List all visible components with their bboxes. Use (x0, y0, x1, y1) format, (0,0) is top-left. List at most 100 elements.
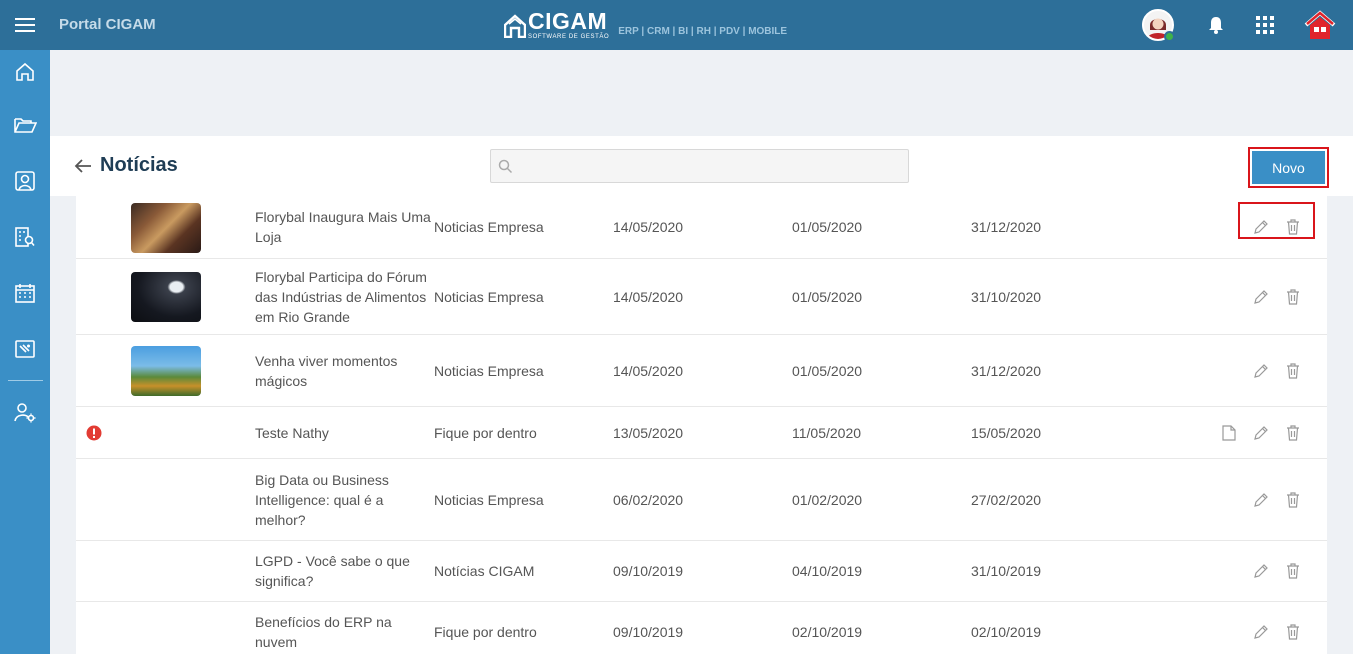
table-row[interactable]: Florybal Inaugura Mais Uma Loja Noticias … (76, 196, 1327, 259)
edit-button[interactable] (1251, 287, 1271, 307)
news-published-date: 14/05/2020 (613, 288, 684, 305)
delete-button[interactable] (1283, 287, 1303, 307)
sidebar-item-tickets[interactable] (0, 329, 50, 369)
edit-button[interactable] (1251, 423, 1271, 443)
company-house-icon (1304, 10, 1336, 39)
user-avatar-button[interactable] (1140, 0, 1176, 50)
sidebar-item-home[interactable] (0, 52, 50, 92)
news-published-date: 09/10/2019 (613, 624, 684, 640)
pencil-icon (1254, 289, 1268, 304)
news-start-date: 01/05/2020 (792, 362, 863, 379)
news-start-date: 01/05/2020 (792, 288, 863, 305)
brand-name: CIGAM (528, 8, 608, 34)
search-input[interactable] (517, 150, 902, 182)
trash-icon (1287, 288, 1299, 305)
notifications-button[interactable] (1202, 0, 1230, 50)
delete-button[interactable] (1283, 490, 1303, 510)
news-title: Benefícios do ERP na nuvem (255, 614, 392, 650)
edit-button[interactable] (1251, 490, 1271, 510)
news-end-date: 31/10/2020 (971, 288, 1042, 305)
menu-button[interactable] (0, 0, 50, 50)
news-title: Teste Nathy (255, 424, 329, 441)
row-actions (1239, 602, 1303, 654)
news-category: Noticias Empresa (434, 219, 544, 235)
news-published-date: 09/10/2019 (613, 563, 684, 579)
search-box[interactable] (490, 149, 909, 183)
apps-button[interactable] (1251, 0, 1279, 50)
table-row[interactable]: Venha viver momentos mágicos Noticias Emp… (76, 335, 1327, 407)
user-settings-icon (14, 403, 36, 423)
news-title: Florybal Participa do Fórum das Indústri… (255, 268, 427, 325)
trash-icon (1287, 424, 1299, 441)
delete-button[interactable] (1283, 561, 1303, 581)
edit-button[interactable] (1251, 361, 1271, 381)
news-category: Fique por dentro (434, 424, 537, 441)
news-start-date: 04/10/2019 (792, 563, 863, 579)
delete-button[interactable] (1283, 361, 1303, 381)
row-actions (1207, 407, 1303, 458)
news-end-date: 15/05/2020 (971, 424, 1042, 441)
trash-icon (1287, 563, 1299, 579)
news-category: Noticias Empresa (434, 288, 544, 305)
delete-button[interactable] (1283, 423, 1303, 443)
trash-icon (1287, 624, 1299, 640)
table-row[interactable]: Teste Nathy Fique por dentro 13/05/2020 11/… (76, 407, 1327, 459)
row-actions (1239, 541, 1303, 601)
table-row[interactable]: LGPD - Você sabe o que significa? Notícia… (76, 541, 1327, 602)
table-row[interactable]: Benefícios do ERP na nuvem Fique por dent… (76, 602, 1327, 654)
news-category: Fique por dentro (434, 624, 537, 640)
page-header: Notícias Novo (50, 136, 1353, 196)
portrait-icon (15, 171, 35, 191)
delete-button[interactable] (1283, 622, 1303, 642)
hamburger-icon (15, 18, 35, 32)
sidebar (0, 50, 50, 654)
pencil-icon (1254, 564, 1268, 578)
edit-button[interactable] (1251, 561, 1271, 581)
news-title: Venha viver momentos mágicos (255, 352, 398, 389)
news-start-date: 01/02/2020 (792, 491, 863, 508)
brand-modules: ERP | CRM | BI | RH | PDV | MOBILE (618, 26, 788, 37)
pencil-icon (1254, 492, 1268, 507)
sidebar-item-documents[interactable] (0, 105, 50, 145)
row-actions (1239, 459, 1303, 540)
sidebar-item-user-settings[interactable] (0, 392, 50, 432)
news-title: Florybal Inaugura Mais Uma Loja (255, 209, 431, 245)
portal-title[interactable]: Portal CIGAM (59, 16, 156, 33)
news-end-date: 31/12/2020 (971, 219, 1042, 235)
sidebar-item-directory[interactable] (0, 217, 50, 257)
org-search-icon (15, 227, 35, 247)
news-end-date: 27/02/2020 (971, 491, 1042, 508)
ticket-icon (15, 340, 35, 358)
document-icon (1222, 424, 1236, 441)
page-title: Notícias (100, 154, 178, 176)
news-published-date: 14/05/2020 (613, 362, 684, 379)
news-end-date: 31/10/2019 (971, 563, 1042, 579)
pencil-icon (1254, 363, 1268, 378)
news-published-date: 13/05/2020 (613, 424, 684, 441)
pencil-icon (1254, 625, 1268, 639)
news-thumbnail (131, 272, 201, 322)
table-row[interactable]: Big Data ou Business Intelligence: qual … (76, 459, 1327, 541)
back-arrow-icon[interactable] (72, 155, 94, 177)
company-logo-button[interactable] (1300, 0, 1340, 50)
news-published-date: 14/05/2020 (613, 219, 684, 235)
attachment-button[interactable] (1219, 423, 1239, 443)
bell-icon (1209, 17, 1223, 34)
search-icon (498, 159, 513, 174)
home-icon (16, 62, 34, 81)
brand-logo: CIGAM SOFTWARE DE GESTÃO ERP | CRM | BI … (504, 8, 788, 40)
news-start-date: 11/05/2020 (792, 424, 862, 441)
sidebar-item-calendar[interactable] (0, 273, 50, 313)
news-thumbnail (131, 202, 201, 253)
new-button[interactable]: Novo (1252, 151, 1325, 184)
apps-grid-icon (1256, 16, 1274, 34)
edit-button[interactable] (1251, 622, 1271, 642)
sidebar-item-profile[interactable] (0, 161, 50, 201)
actions-highlight (1238, 202, 1315, 239)
news-title: LGPD - Você sabe o que significa? (255, 553, 410, 589)
alert-icon (86, 425, 102, 441)
table-row[interactable]: Florybal Participa do Fórum das Indústri… (76, 259, 1327, 335)
trash-icon (1287, 362, 1299, 379)
calendar-icon (15, 284, 35, 303)
brand-tagline: SOFTWARE DE GESTÃO (528, 34, 610, 40)
